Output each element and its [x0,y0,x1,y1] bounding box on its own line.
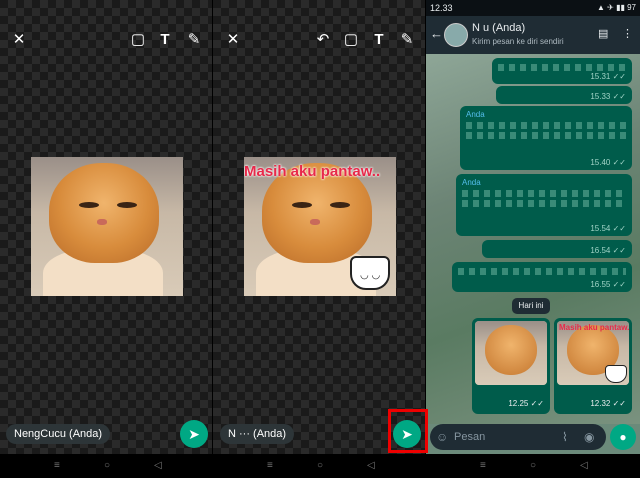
message-composer: ☺ ⌇ ◉ [430,424,606,450]
chat-bubble[interactable]: Anda 15.40 ✓✓ [460,106,632,170]
recipient-pill[interactable]: NengCucu (Anda) [6,424,111,444]
screenshot-root: ✕ ▢ T ✎ NengCucu (Anda) ➤ ≡ ○ ◁ ✕ ↶ ▢ T … [0,0,640,478]
sticker-thumbnail[interactable] [475,321,547,385]
cat-eye-left [292,202,312,208]
send-button[interactable]: ➤ [180,420,208,448]
cat-eye-right [117,202,137,208]
editor-toolbar: ✕ ↶ ▢ T ✎ [213,30,425,50]
sticker-icon[interactable]: ▢ [128,30,148,50]
chat-header: ← N u (Anda) Kirim pesan ke diri sendiri… [426,16,640,54]
message-input[interactable] [454,428,554,446]
chat-wallpaper: 15.31 ✓✓ 15.33 ✓✓ Anda 15.40 ✓✓ Anda 15.… [426,54,640,424]
more-options-icon[interactable]: ⋮ [622,27,633,40]
coffee-cup-icon[interactable]: ◡ ◡ [350,256,390,290]
pen-icon[interactable]: ✎ [397,30,417,50]
sticker-message[interactable]: Masih aku pantaw.. 12.32 ✓✓ [554,318,632,414]
chat-bubble[interactable]: 16.54 ✓✓ [482,240,632,258]
chat-bubble[interactable]: 15.33 ✓✓ [496,86,632,104]
chat-bubble[interactable]: Anda 15.54 ✓✓ [456,174,632,236]
cup-face: ◡ ◡ [360,270,381,281]
sticker-icon[interactable]: ▢ [341,30,361,50]
avatar[interactable] [444,23,468,47]
nav-back-icon[interactable]: ◁ [367,460,375,471]
contact-name[interactable]: N u (Anda) [472,22,525,34]
nav-menu-icon[interactable]: ≡ [480,460,486,471]
cat-eye-left [79,202,99,208]
emoji-icon[interactable]: ☺ [436,430,448,444]
coffee-cup-icon [605,365,627,383]
camera-icon[interactable]: ◉ [584,430,594,444]
nav-home-icon[interactable]: ○ [104,460,110,471]
nav-menu-icon[interactable]: ≡ [267,460,273,471]
sticker-caption[interactable]: Masih aku pantaw.. [244,163,396,180]
whatsapp-chat: 12.33 ▲ ✈ ▮▮ 97 ← N u (Anda) Kirim pesan… [426,0,640,478]
sticker-editor-original: ✕ ▢ T ✎ NengCucu (Anda) ➤ ≡ ○ ◁ [0,0,213,478]
contact-subtitle: Kirim pesan ke diri sendiri [472,37,564,46]
editor-toolbar: ✕ ▢ T ✎ [0,30,212,50]
sticker-thumbnail[interactable]: Masih aku pantaw.. [557,321,629,385]
day-divider: Hari ini [512,298,550,314]
send-button-highlight [388,409,428,453]
message-time: 12.25 ✓✓ [508,399,544,408]
cat-sticker-edited[interactable]: Masih aku pantaw.. ◡ ◡ [244,157,396,296]
text-icon[interactable]: T [155,30,175,50]
status-icons: ▲ ✈ ▮▮ 97 [597,3,636,12]
sticker-message[interactable]: 12.25 ✓✓ [472,318,550,414]
pen-icon[interactable]: ✎ [184,30,204,50]
attach-icon[interactable]: ⌇ [562,430,568,444]
close-icon[interactable]: ✕ [223,30,243,50]
chat-bubble[interactable]: 16.55 ✓✓ [452,262,632,292]
cat-sticker[interactable] [31,157,183,296]
recipient-pill[interactable]: N ··· (Anda) [220,424,295,444]
close-icon[interactable]: ✕ [9,30,29,50]
nav-back-icon[interactable]: ◁ [154,460,162,471]
status-time: 12.33 [430,3,453,13]
status-bar: 12.33 ▲ ✈ ▮▮ 97 [426,0,640,16]
mic-button[interactable]: ● [610,424,636,450]
nav-home-icon[interactable]: ○ [530,460,536,471]
android-navbar: ≡ ○ ◁ [426,454,640,478]
android-navbar: ≡ ○ ◁ [213,454,425,478]
sticker-caption: Masih aku pantaw.. [559,323,629,332]
message-time: 12.32 ✓✓ [590,399,626,408]
back-arrow-icon[interactable]: ← [430,26,443,41]
nav-back-icon[interactable]: ◁ [580,460,588,471]
store-icon[interactable]: ▤ [598,27,608,40]
nav-home-icon[interactable]: ○ [317,460,323,471]
nav-menu-icon[interactable]: ≡ [54,460,60,471]
android-navbar: ≡ ○ ◁ [0,454,212,478]
cat-eye-right [330,202,350,208]
chat-bubble[interactable]: 15.31 ✓✓ [492,58,632,84]
text-icon[interactable]: T [369,30,389,50]
undo-icon[interactable]: ↶ [313,30,333,50]
sticker-editor-edited: ✕ ↶ ▢ T ✎ Masih aku pantaw.. ◡ ◡ N ··· (… [213,0,426,478]
